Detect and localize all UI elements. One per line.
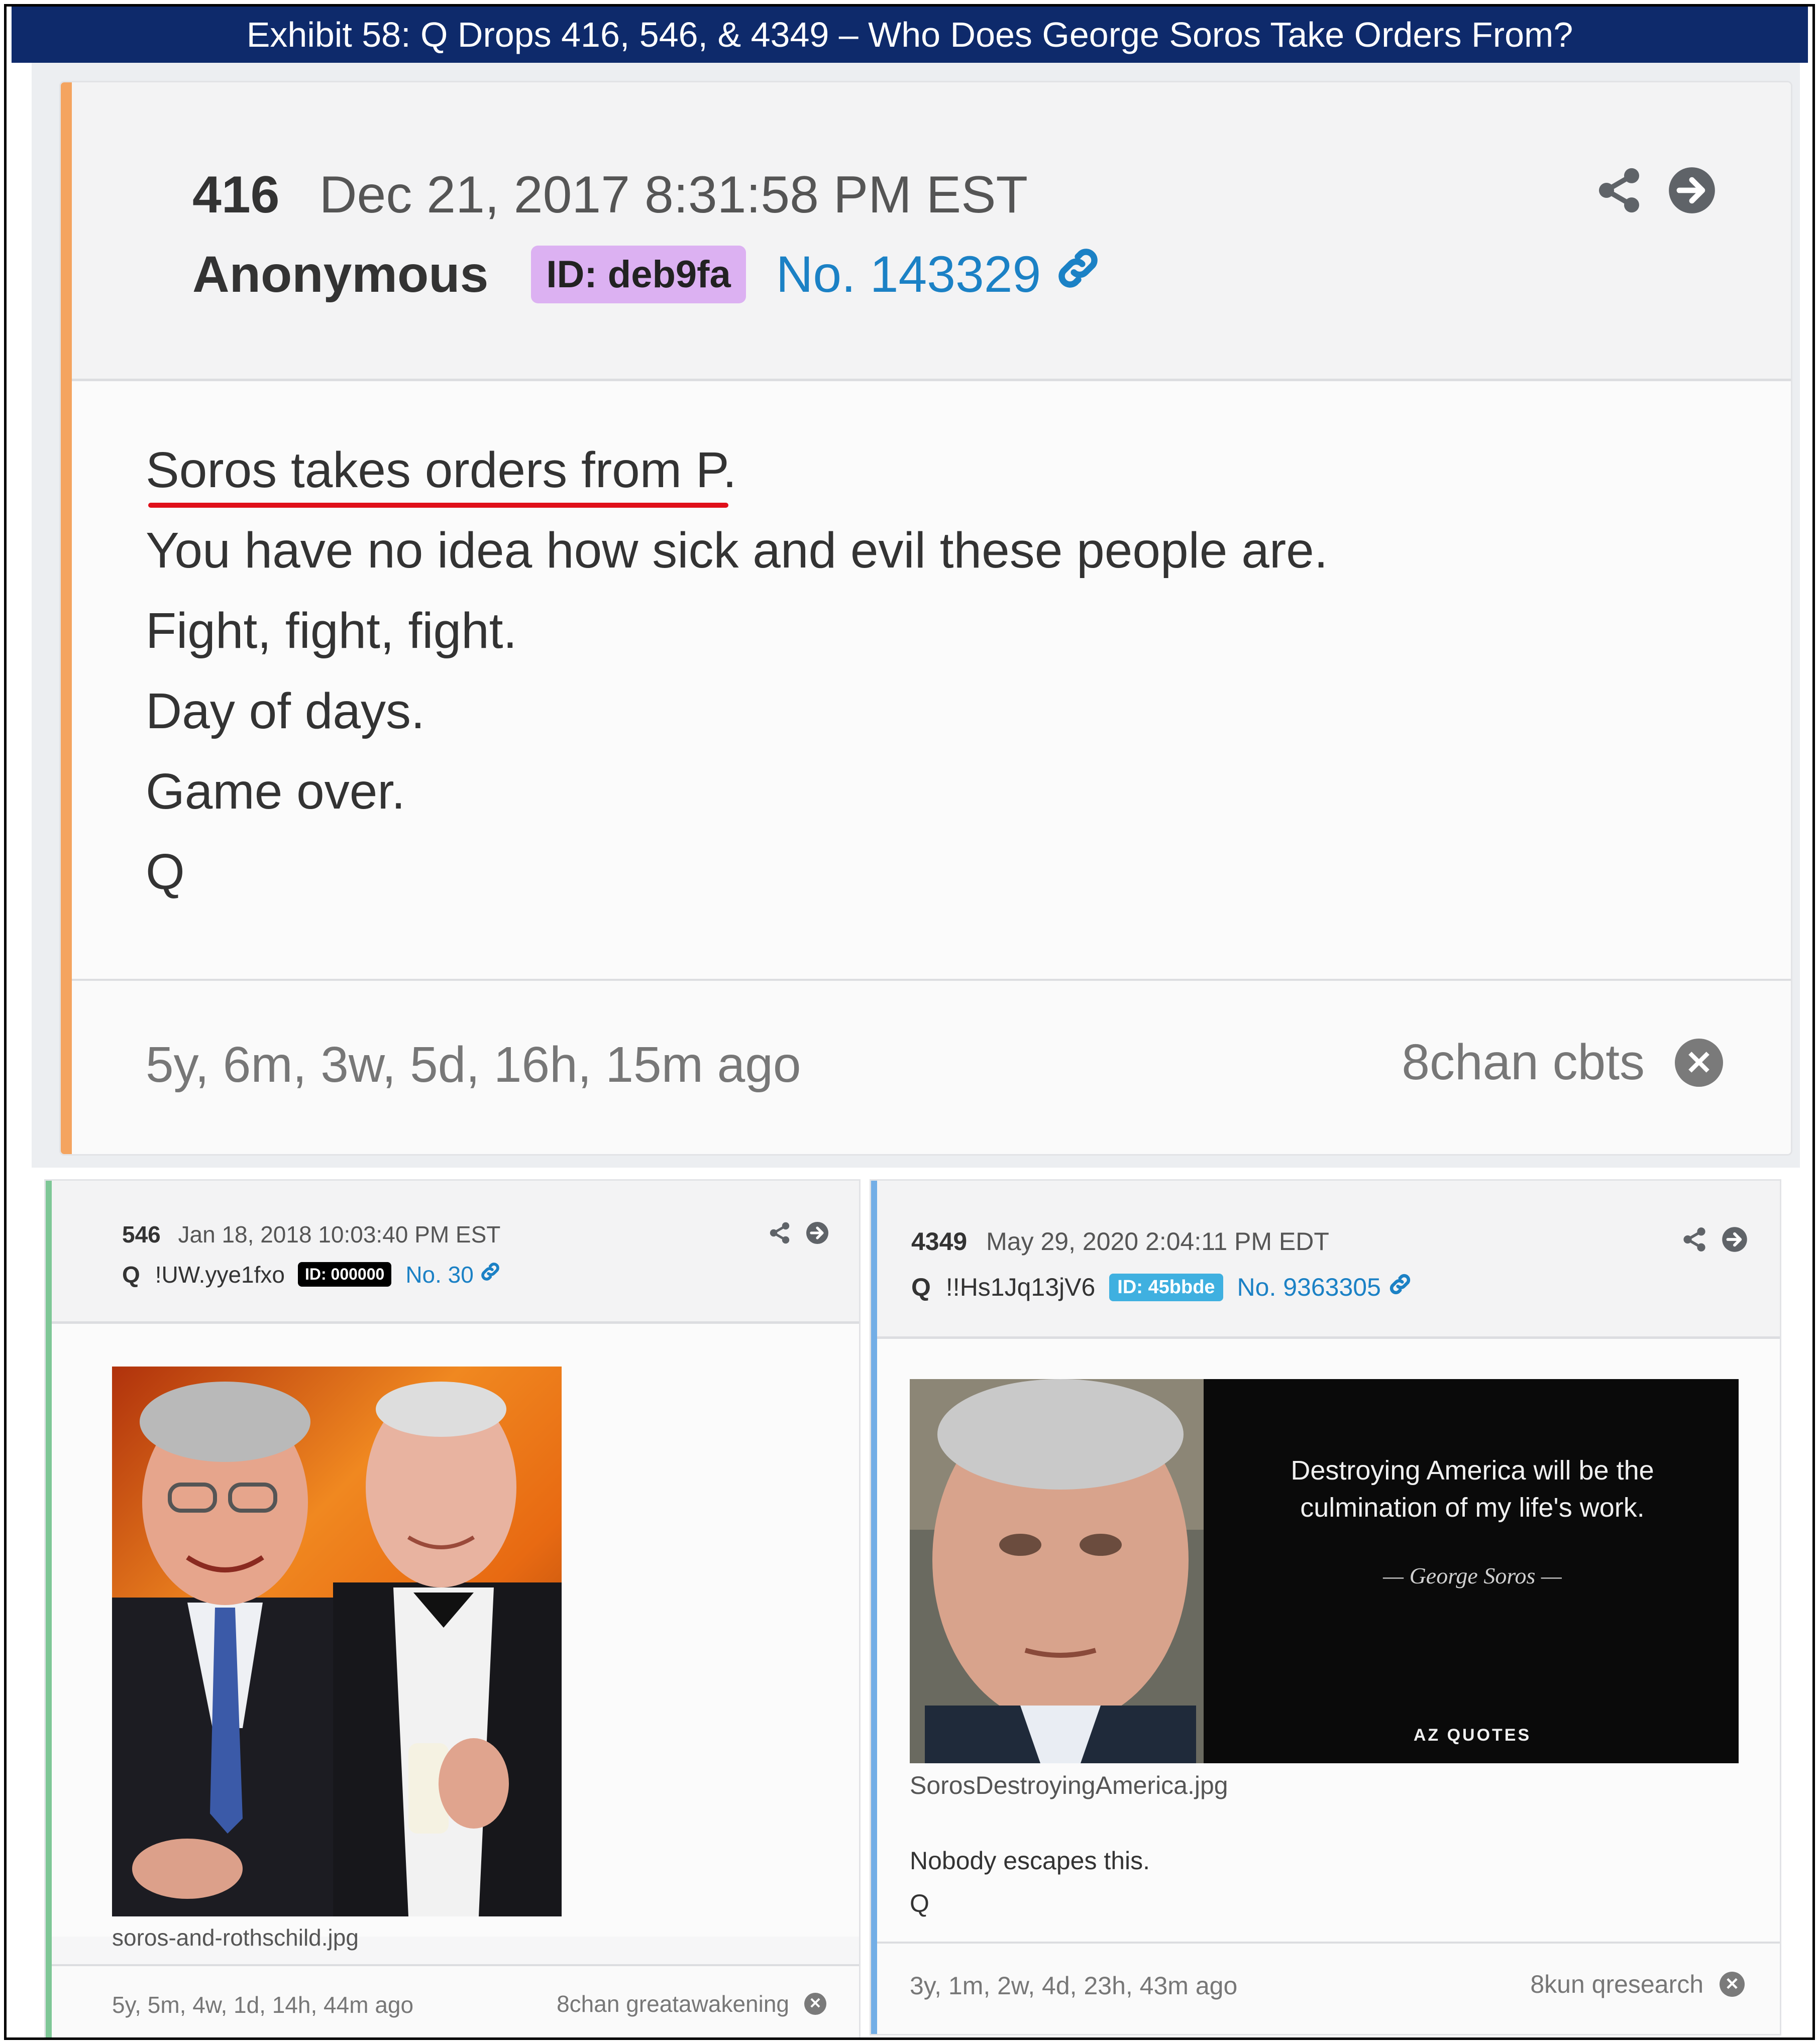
- post-accent-bar: [61, 82, 72, 1154]
- post-card-546: 546 Jan 18, 2018 10:03:40 PM EST Q !UW.y…: [44, 1179, 861, 2037]
- image-filename[interactable]: SorosDestroyingAmerica.jpg: [910, 1771, 1228, 1800]
- id-badge[interactable]: ID: 45bbde: [1109, 1273, 1223, 1301]
- post-number: 4349: [911, 1227, 968, 1256]
- close-circle-icon[interactable]: ✕: [1720, 1972, 1745, 1997]
- post-number: 416: [192, 166, 280, 224]
- azquotes-watermark: AZ QUOTES: [1413, 1726, 1532, 1745]
- post-image-soros-and-rothschild[interactable]: [112, 1367, 562, 1916]
- post-author: Q: [122, 1261, 140, 1288]
- tripcode: !UW.yye1fxo: [155, 1261, 285, 1288]
- post-accent-bar: [871, 1181, 877, 2034]
- post-footer: 3y, 1m, 2w, 4d, 23h, 43m ago 8kun qresea…: [877, 1942, 1780, 2034]
- post-footer: 5y, 5m, 4w, 1d, 14h, 44m ago 8chan great…: [52, 1964, 859, 2037]
- red-underline: [148, 503, 728, 508]
- link-icon[interactable]: [1053, 243, 1103, 305]
- post-footer: 5y, 6m, 3w, 5d, 16h, 15m ago 8chan cbts …: [72, 979, 1791, 1154]
- post-image-soros-destroying-america[interactable]: Destroying America will be the culminati…: [910, 1379, 1739, 1763]
- arrow-right-circle-icon[interactable]: [1721, 1226, 1748, 1256]
- post-body: soros-and-rothschild.jpg: [52, 1324, 859, 1951]
- post-age: 3y, 1m, 2w, 4d, 23h, 43m ago: [910, 1972, 1238, 2000]
- post-number-link[interactable]: No. 30: [405, 1261, 474, 1288]
- post-age: 5y, 6m, 3w, 5d, 16h, 15m ago: [146, 1037, 801, 1093]
- post-line: Soros takes orders from P.: [146, 442, 737, 498]
- image-filename[interactable]: soros-and-rothschild.jpg: [112, 1924, 359, 1951]
- post-header: 416 Dec 21, 2017 8:31:58 PM EST Anonymou…: [72, 82, 1791, 381]
- arrow-right-circle-icon[interactable]: [1667, 165, 1717, 218]
- close-circle-icon[interactable]: ✕: [804, 1993, 826, 2015]
- post-number-link[interactable]: No. 143329: [776, 245, 1041, 304]
- post-number: 546: [122, 1221, 161, 1247]
- post-line: Q: [146, 844, 185, 900]
- tripcode: !!Hs1Jq13jV6: [945, 1273, 1096, 1301]
- post-source: 8chan cbts: [1402, 1034, 1645, 1090]
- post-date: May 29, 2020 2:04:11 PM EDT: [986, 1227, 1329, 1256]
- post-source: 8chan greatawakening: [557, 1991, 789, 2017]
- link-icon[interactable]: [1387, 1271, 1413, 1303]
- post-accent-bar: [46, 1181, 52, 2037]
- share-icon[interactable]: [1681, 1226, 1708, 1256]
- post-line: Game over.: [146, 763, 405, 820]
- post-card-416: 416 Dec 21, 2017 8:31:58 PM EST Anonymou…: [59, 81, 1792, 1156]
- post-line: Fight, fight, fight.: [146, 603, 517, 659]
- share-icon[interactable]: [1594, 165, 1644, 218]
- quote-text: Destroying America will be the culminati…: [1291, 1455, 1654, 1523]
- post-body: Destroying America will be the culminati…: [877, 1339, 1780, 1947]
- quote-attribution: — George Soros —: [1383, 1563, 1562, 1588]
- post-author: Q: [911, 1273, 931, 1301]
- post-date: Jan 18, 2018 10:03:40 PM EST: [178, 1221, 501, 1247]
- post-line: Nobody escapes this.: [910, 1847, 1150, 1875]
- link-icon[interactable]: [479, 1260, 502, 1289]
- post-card-4349: 4349 May 29, 2020 2:04:11 PM EDT Q !!Hs1…: [870, 1179, 1781, 2035]
- post-body: Soros takes orders from P. You have no i…: [72, 381, 1791, 979]
- post-line: Day of days.: [146, 683, 425, 739]
- post-header: 546 Jan 18, 2018 10:03:40 PM EST Q !UW.y…: [52, 1181, 859, 1324]
- post-line: You have no idea how sick and evil these…: [146, 522, 1328, 579]
- exhibit-title: Exhibit 58: Q Drops 416, 546, & 4349 – W…: [12, 7, 1808, 63]
- post-number-link[interactable]: No. 9363305: [1237, 1273, 1381, 1302]
- post-source: 8kun qresearch: [1530, 1970, 1703, 1998]
- post-line: Q: [910, 1889, 929, 1917]
- share-icon[interactable]: [768, 1221, 792, 1247]
- post-date: Dec 21, 2017 8:31:58 PM EST: [319, 166, 1028, 224]
- arrow-right-circle-icon[interactable]: [805, 1221, 829, 1247]
- id-badge[interactable]: ID: 000000: [297, 1262, 392, 1287]
- id-badge[interactable]: ID: deb9fa: [531, 245, 746, 303]
- close-circle-icon[interactable]: ✕: [1675, 1038, 1723, 1087]
- post-author: Anonymous: [192, 245, 489, 303]
- exhibit-frame: Exhibit 58: Q Drops 416, 546, & 4349 – W…: [4, 4, 1815, 2040]
- post-age: 5y, 5m, 4w, 1d, 14h, 44m ago: [112, 1992, 414, 2018]
- post-header: 4349 May 29, 2020 2:04:11 PM EDT Q !!Hs1…: [877, 1181, 1780, 1339]
